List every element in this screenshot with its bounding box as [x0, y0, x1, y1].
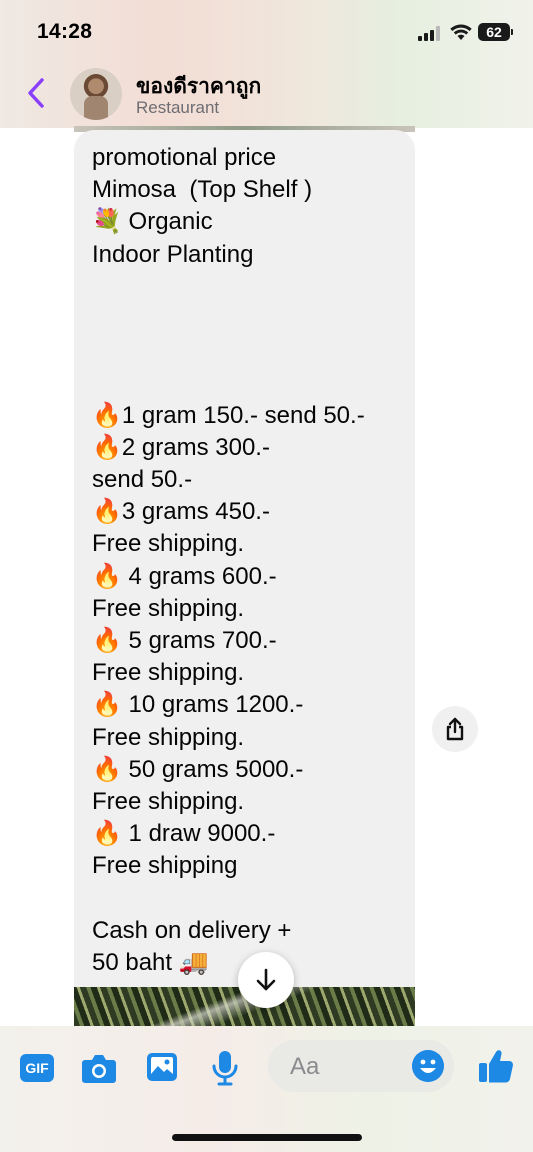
status-time: 14:28: [37, 20, 93, 43]
cellular-signal-icon: [418, 26, 440, 41]
message-text: promotional price Mimosa (Top Shelf ) 💐 …: [92, 144, 365, 977]
message-input[interactable]: Aa: [268, 1040, 454, 1092]
status-bar: 14:28 62: [0, 0, 533, 64]
wifi-icon: [450, 24, 472, 40]
scroll-to-bottom-button[interactable]: [238, 952, 294, 1008]
message-bubble[interactable]: promotional price Mimosa (Top Shelf ) 💐 …: [74, 130, 415, 1000]
home-indicator: [172, 1134, 362, 1141]
message-composer: GIF Aa: [0, 1026, 533, 1152]
message-list[interactable]: promotional price Mimosa (Top Shelf ) 💐 …: [0, 126, 533, 1026]
arrow-down-icon: [256, 968, 276, 991]
gif-button[interactable]: GIF: [20, 1054, 54, 1082]
battery-level: 62: [486, 24, 502, 40]
share-button[interactable]: [432, 706, 478, 752]
message-input-placeholder: Aa: [290, 1053, 320, 1080]
thumbs-up-icon[interactable]: [478, 1048, 514, 1084]
chevron-left-icon[interactable]: [24, 76, 48, 110]
microphone-icon[interactable]: [212, 1050, 238, 1086]
avatar[interactable]: [70, 68, 122, 120]
share-icon: [446, 717, 464, 741]
conversation-header: ของดีราคาถูก Restaurant: [0, 64, 533, 126]
battery-indicator: 62: [478, 23, 513, 41]
camera-icon[interactable]: [81, 1052, 117, 1084]
avatar-figure: [84, 96, 108, 120]
emoji-icon[interactable]: [412, 1050, 444, 1082]
gif-label: GIF: [25, 1060, 49, 1076]
contact-subtitle: Restaurant: [136, 98, 220, 117]
photo-gallery-icon[interactable]: [146, 1052, 178, 1082]
